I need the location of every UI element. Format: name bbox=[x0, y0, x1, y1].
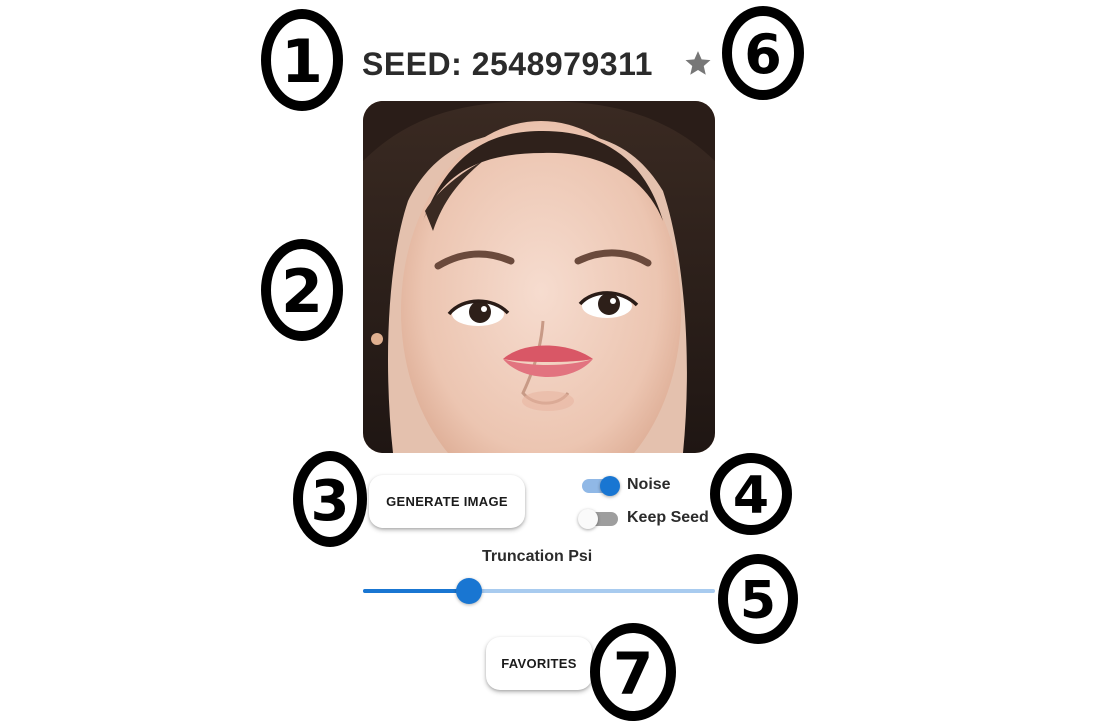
keep-seed-label: Keep Seed bbox=[627, 509, 709, 526]
annotation-1: 1 bbox=[261, 9, 343, 111]
favorites-button[interactable]: FAVORITES bbox=[486, 637, 592, 690]
annotation-1-label: 1 bbox=[281, 27, 323, 97]
annotation-2: 2 bbox=[261, 239, 343, 341]
annotation-4-label: 4 bbox=[733, 466, 769, 526]
truncation-slider-thumb[interactable] bbox=[455, 578, 482, 604]
annotation-6: 6 bbox=[722, 6, 804, 100]
noise-label: Noise bbox=[627, 476, 671, 493]
truncation-psi-label: Truncation Psi bbox=[482, 548, 593, 565]
annotation-4: 4 bbox=[710, 453, 792, 535]
generate-image-button[interactable]: GENERATE IMAGE bbox=[369, 475, 525, 528]
annotation-3: 3 bbox=[293, 451, 367, 547]
annotation-3-label: 3 bbox=[311, 469, 350, 534]
keep-seed-toggle[interactable] bbox=[578, 508, 618, 530]
noise-toggle-knob bbox=[600, 476, 620, 496]
annotation-5-label: 5 bbox=[740, 571, 776, 631]
keep-seed-toggle-knob bbox=[578, 509, 598, 529]
annotation-7: 7 bbox=[590, 623, 676, 721]
annotation-6-label: 6 bbox=[744, 23, 782, 86]
annotation-2-label: 2 bbox=[281, 257, 323, 327]
star-icon[interactable] bbox=[683, 48, 713, 78]
seed-title: SEED: 2548979311 bbox=[362, 46, 653, 82]
annotation-5: 5 bbox=[718, 554, 798, 644]
noise-toggle[interactable] bbox=[582, 475, 622, 497]
truncation-slider-fill bbox=[363, 589, 469, 593]
annotation-7-label: 7 bbox=[613, 640, 653, 708]
generated-portrait-image bbox=[363, 101, 715, 453]
